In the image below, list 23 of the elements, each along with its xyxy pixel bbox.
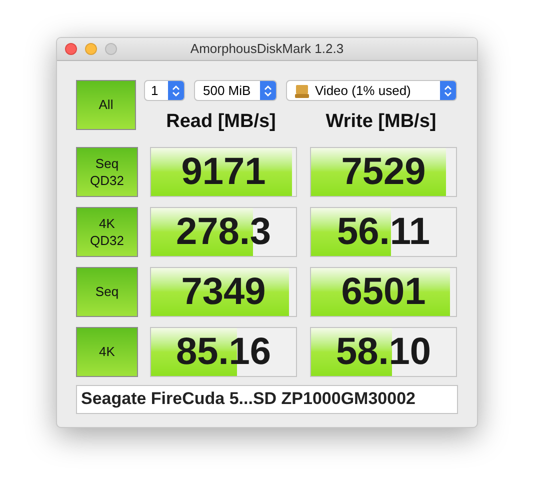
stepper-icon xyxy=(260,81,276,100)
device-name-field: Seagate FireCuda 5...SD ZP1000GM30002 xyxy=(76,384,458,414)
zoom-icon xyxy=(105,43,117,55)
result-value: 6501 xyxy=(340,270,427,314)
stepper-icon xyxy=(440,81,456,100)
result-value: 7529 xyxy=(340,150,427,194)
stepper-icon xyxy=(168,81,184,100)
column-header: Read [MB/s] xyxy=(165,110,277,134)
column-header: Write [MB/s] xyxy=(324,110,438,134)
test-button[interactable]: Seq QD32 xyxy=(76,146,138,196)
all-button[interactable]: All xyxy=(76,80,136,130)
drive-icon xyxy=(295,84,309,98)
volume-dropdown[interactable]: Video (1% used) xyxy=(286,80,457,101)
size-dropdown[interactable]: 500 MiB xyxy=(194,80,277,101)
result-value: 9171 xyxy=(180,150,267,194)
test-button[interactable]: 4K xyxy=(76,326,138,376)
test-button[interactable]: 4K QD32 xyxy=(76,206,138,256)
test-button[interactable]: Seq xyxy=(76,266,138,316)
close-icon[interactable] xyxy=(65,43,77,55)
count-dropdown[interactable]: 1 xyxy=(144,80,185,101)
window-title: AmorphousDiskMark 1.2.3 xyxy=(190,40,344,58)
result-value: 7349 xyxy=(180,270,267,314)
minimize-icon[interactable] xyxy=(85,43,97,55)
